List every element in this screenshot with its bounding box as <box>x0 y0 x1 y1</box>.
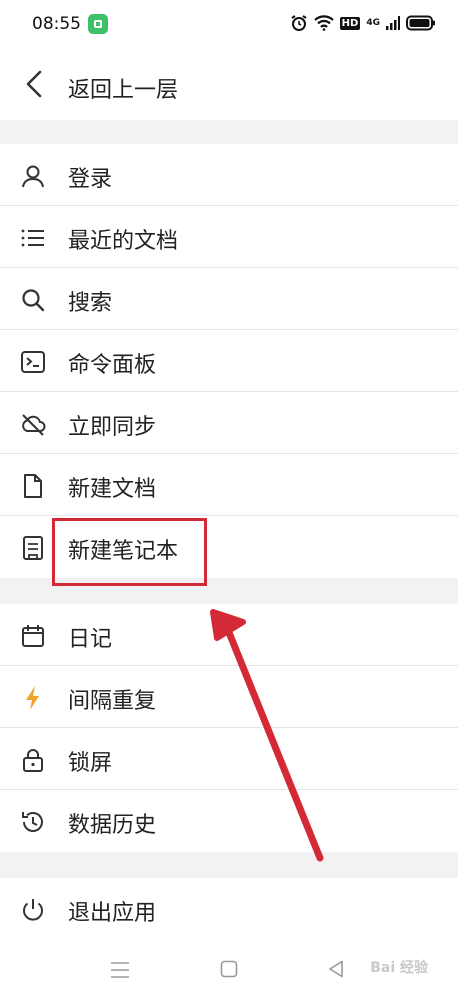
watermark: Bai 经验 <box>370 960 428 976</box>
annotation-arrow <box>210 609 324 862</box>
back-nav-icon[interactable] <box>328 960 344 978</box>
home-nav-icon[interactable] <box>220 960 238 978</box>
navigation-bar: Bai 经验 <box>0 945 458 995</box>
menu-nav-icon[interactable] <box>110 961 130 979</box>
